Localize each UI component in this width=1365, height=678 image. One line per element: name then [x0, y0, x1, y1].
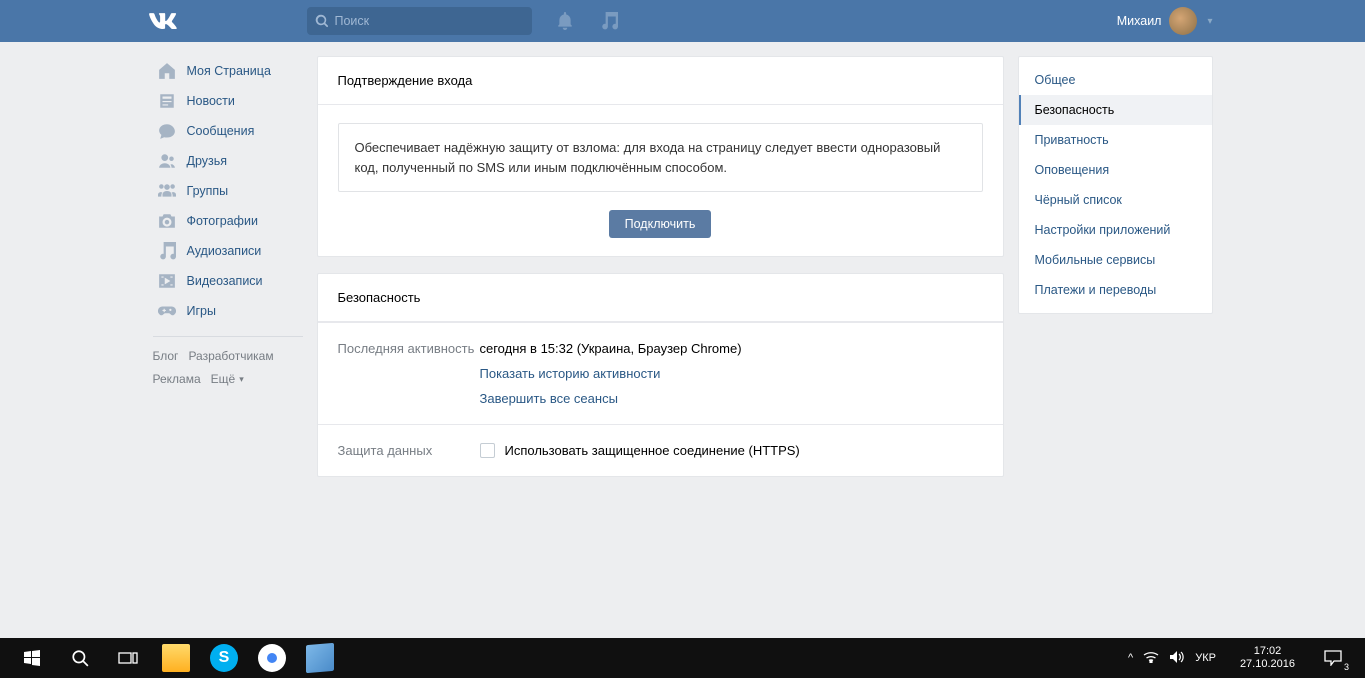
link-blog[interactable]: Блог — [153, 349, 179, 363]
tab-general[interactable]: Общее — [1019, 65, 1212, 95]
search-button[interactable] — [56, 638, 104, 678]
notification-badge: 3 — [1344, 662, 1349, 672]
message-icon — [157, 121, 177, 141]
tab-app-settings[interactable]: Настройки приложений — [1019, 215, 1212, 245]
nav-my-page[interactable]: Моя Страница — [153, 56, 303, 86]
volume-icon[interactable] — [1169, 650, 1185, 667]
last-activity-value: сегодня в 15:32 (Украина, Браузер Chrome… — [480, 341, 742, 356]
username: Михаил — [1117, 14, 1162, 28]
app-skype[interactable]: S — [200, 638, 248, 678]
main-content: Подтверждение входа Обеспечивает надёжну… — [317, 56, 1004, 493]
tab-security[interactable]: Безопасность — [1019, 95, 1212, 125]
data-protection-label: Защита данных — [338, 443, 480, 458]
time: 17:02 — [1240, 645, 1295, 658]
video-icon — [157, 271, 177, 291]
https-checkbox[interactable] — [480, 443, 495, 458]
vk-logo[interactable] — [145, 3, 181, 39]
clock[interactable]: 17:02 27.10.2016 — [1232, 645, 1303, 671]
link-ads[interactable]: Реклама — [153, 372, 201, 386]
link-developers[interactable]: Разработчикам — [188, 349, 273, 363]
nav-photos[interactable]: Фотографии — [153, 206, 303, 236]
search-box[interactable] — [307, 7, 532, 35]
link-more[interactable]: Ещё ▾ — [211, 368, 244, 391]
info-text: Обеспечивает надёжную защиту от взлома: … — [338, 123, 983, 192]
tab-blacklist[interactable]: Чёрный список — [1019, 185, 1212, 215]
nav-news[interactable]: Новости — [153, 86, 303, 116]
avatar — [1169, 7, 1197, 35]
panel-title: Безопасность — [318, 274, 1003, 322]
nav-video[interactable]: Видеозаписи — [153, 266, 303, 296]
action-center[interactable]: 3 — [1309, 638, 1357, 678]
groups-icon — [157, 181, 177, 201]
search-input[interactable] — [335, 14, 524, 28]
settings-tabs: Общее Безопасность Приватность Оповещени… — [1018, 56, 1213, 314]
top-header: Михаил ▾ — [0, 0, 1365, 42]
chevron-down-icon: ▾ — [239, 371, 244, 388]
tab-privacy[interactable]: Приватность — [1019, 125, 1212, 155]
language-indicator[interactable]: УКР — [1195, 652, 1216, 664]
date: 27.10.2016 — [1240, 658, 1295, 671]
audio-icon — [157, 241, 177, 261]
app-chrome[interactable] — [248, 638, 296, 678]
tab-mobile[interactable]: Мобильные сервисы — [1019, 245, 1212, 275]
start-button[interactable] — [8, 638, 56, 678]
footer-links: Блог Разработчикам Реклама Ещё ▾ — [153, 345, 303, 391]
windows-taskbar: S ^ УКР 17:02 27.10.2016 3 — [0, 638, 1365, 678]
user-menu[interactable]: Михаил ▾ — [1117, 7, 1213, 35]
nav-audio[interactable]: Аудиозаписи — [153, 236, 303, 266]
taskview-button[interactable] — [104, 638, 152, 678]
https-label: Использовать защищенное соединение (HTTP… — [505, 443, 800, 458]
tab-payments[interactable]: Платежи и переводы — [1019, 275, 1212, 305]
search-icon — [315, 14, 329, 28]
app-notes[interactable] — [296, 638, 344, 678]
last-activity-label: Последняя активность — [338, 341, 480, 406]
nav-messages[interactable]: Сообщения — [153, 116, 303, 146]
security-panel: Безопасность Последняя активность сегодн… — [317, 273, 1004, 477]
news-icon — [157, 91, 177, 111]
nav-games[interactable]: Игры — [153, 296, 303, 326]
chevron-down-icon: ▾ — [1207, 16, 1212, 27]
connect-button[interactable]: Подключить — [609, 210, 712, 238]
friends-icon — [157, 151, 177, 171]
end-sessions-link[interactable]: Завершить все сеансы — [480, 391, 983, 406]
show-history-link[interactable]: Показать историю активности — [480, 366, 983, 381]
camera-icon — [157, 211, 177, 231]
wifi-icon[interactable] — [1143, 651, 1159, 666]
bell-icon[interactable] — [556, 12, 574, 30]
app-file-explorer[interactable] — [152, 638, 200, 678]
panel-title: Подтверждение входа — [318, 57, 1003, 105]
music-icon[interactable] — [600, 12, 618, 30]
tab-notifications[interactable]: Оповещения — [1019, 155, 1212, 185]
left-sidebar: Моя Страница Новости Сообщения Друзья Гр… — [153, 56, 303, 493]
login-confirmation-panel: Подтверждение входа Обеспечивает надёжну… — [317, 56, 1004, 257]
gamepad-icon — [157, 301, 177, 321]
home-icon — [157, 61, 177, 81]
nav-groups[interactable]: Группы — [153, 176, 303, 206]
tray-chevron-icon[interactable]: ^ — [1128, 652, 1133, 664]
nav-friends[interactable]: Друзья — [153, 146, 303, 176]
